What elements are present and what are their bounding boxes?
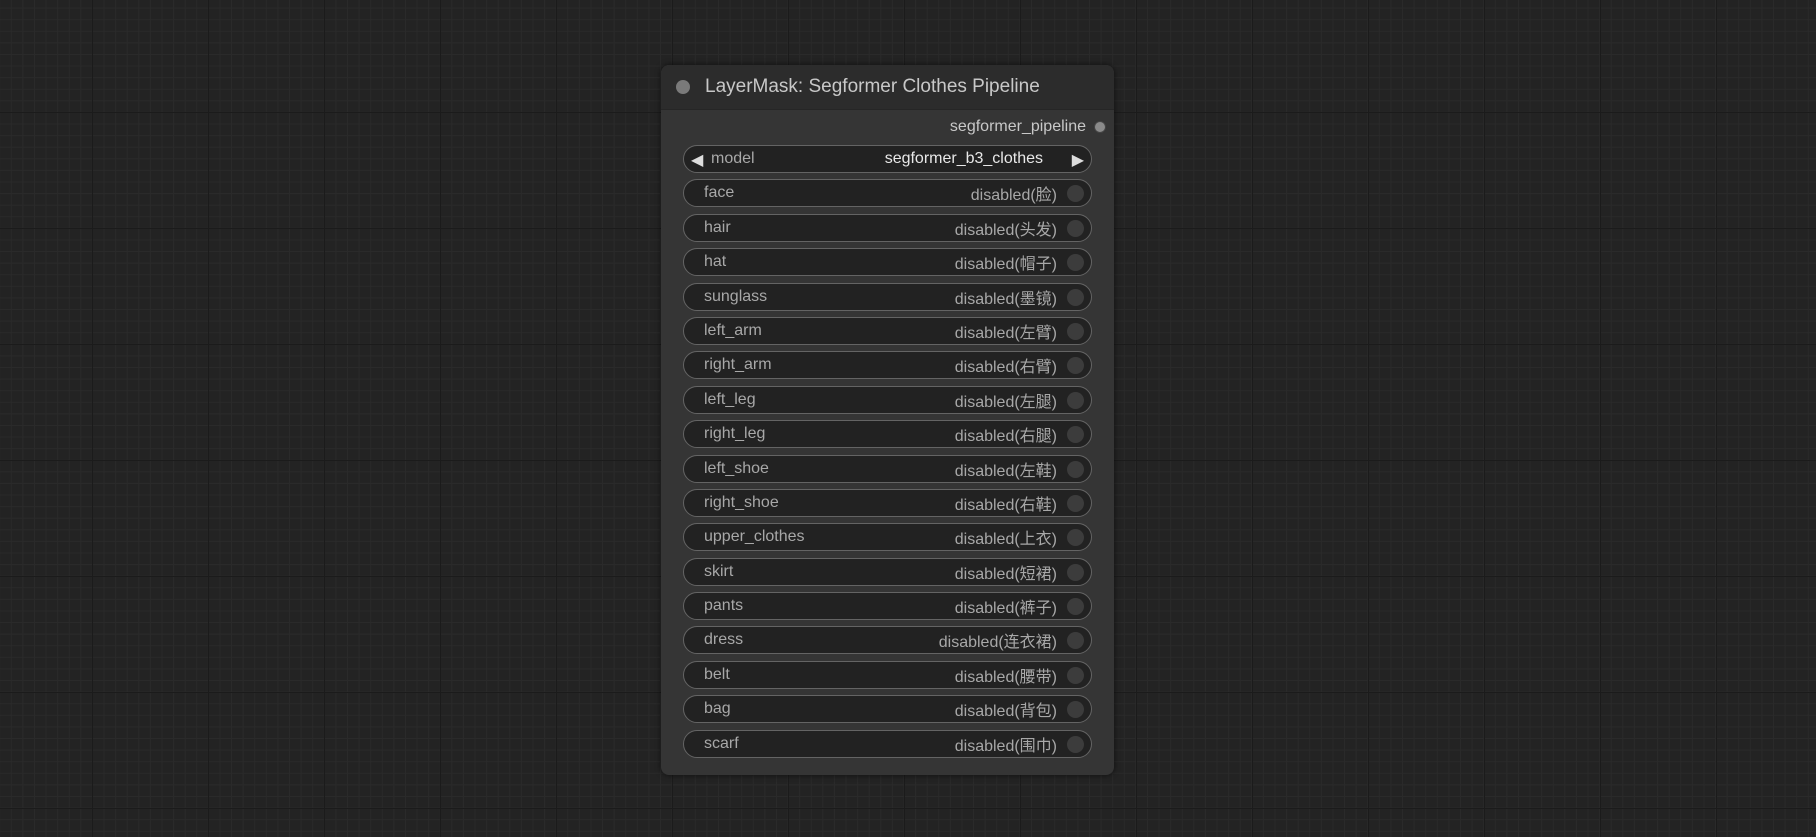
toggle-value: disabled(墨镜) [954, 290, 1057, 308]
toggle-right-arm[interactable]: right_arm disabled(右臂) [683, 351, 1092, 380]
toggle-knob-icon[interactable] [1067, 426, 1084, 444]
node-title: LayerMask: Segformer Clothes Pipeline [705, 76, 1040, 97]
toggle-left-arm[interactable]: left_arm disabled(左臂) [683, 316, 1092, 345]
toggle-hat[interactable]: hat disabled(帽子) [683, 248, 1092, 277]
toggle-pants[interactable]: pants disabled(裤子) [683, 592, 1092, 621]
toggle-knob-icon[interactable] [1067, 563, 1084, 581]
output-slot-dot-icon[interactable] [1094, 121, 1106, 133]
toggle-label: right_arm [704, 356, 772, 374]
toggle-label: bag [704, 700, 731, 718]
toggle-label: left_arm [704, 321, 762, 339]
toggle-knob-icon[interactable] [1067, 666, 1084, 684]
toggle-dress[interactable]: dress disabled(连衣裙) [683, 626, 1092, 655]
node-title-bar[interactable]: LayerMask: Segformer Clothes Pipeline [661, 65, 1114, 110]
node-collapse-dot-icon[interactable] [676, 80, 690, 94]
toggle-value: disabled(短裙) [954, 565, 1057, 583]
toggle-knob-icon[interactable] [1067, 632, 1084, 650]
toggle-value: disabled(左臂) [954, 324, 1057, 342]
toggle-knob-icon[interactable] [1067, 494, 1084, 512]
toggle-knob-icon[interactable] [1067, 735, 1084, 753]
toggle-label: pants [704, 597, 744, 615]
toggle-value: disabled(右腿) [954, 428, 1057, 446]
toggle-right-shoe[interactable]: right_shoe disabled(右鞋) [683, 488, 1092, 517]
toggle-knob-icon[interactable] [1067, 391, 1084, 409]
toggle-knob-icon[interactable] [1067, 322, 1084, 340]
toggle-scarf[interactable]: scarf disabled(围巾) [683, 729, 1092, 758]
model-combo[interactable]: ◀ model segformer_b3_clothes ▶ [683, 145, 1092, 173]
toggle-upper-clothes[interactable]: upper_clothes disabled(上衣) [683, 523, 1092, 552]
toggle-belt[interactable]: belt disabled(腰带) [683, 660, 1092, 689]
toggle-label: scarf [704, 734, 739, 752]
toggle-label: hat [704, 253, 727, 271]
toggle-value: disabled(右鞋) [954, 496, 1057, 514]
toggle-label: hair [704, 218, 731, 236]
toggle-label: right_leg [704, 425, 766, 443]
toggle-value: disabled(连衣裙) [938, 634, 1057, 652]
toggle-knob-icon[interactable] [1067, 219, 1084, 237]
toggle-knob-icon[interactable] [1067, 701, 1084, 719]
toggle-label: face [704, 184, 735, 202]
toggle-knob-icon[interactable] [1067, 460, 1084, 478]
toggle-left-shoe[interactable]: left_shoe disabled(左鞋) [683, 454, 1092, 483]
toggle-value: disabled(脸) [970, 187, 1057, 205]
toggle-value: disabled(左腿) [954, 393, 1057, 411]
toggle-label: belt [704, 665, 730, 683]
segformer-clothes-pipeline-node[interactable]: LayerMask: Segformer Clothes Pipeline se… [661, 65, 1114, 775]
toggle-bag[interactable]: bag disabled(背包) [683, 695, 1092, 724]
output-label: segformer_pipeline [949, 118, 1086, 135]
toggle-value: disabled(裤子) [954, 600, 1057, 618]
output-segformer-pipeline: segformer_pipeline [950, 118, 1106, 136]
toggle-right-leg[interactable]: right_leg disabled(右腿) [683, 420, 1092, 449]
toggle-label: dress [704, 631, 744, 649]
widget-list: ◀ model segformer_b3_clothes ▶ face disab… [683, 145, 1092, 764]
decrement-arrow-icon[interactable]: ◀ [691, 150, 703, 170]
toggle-label: upper_clothes [704, 528, 805, 546]
toggle-hair[interactable]: hair disabled(头发) [683, 213, 1092, 242]
toggle-value: disabled(围巾) [954, 737, 1057, 755]
toggle-skirt[interactable]: skirt disabled(短裙) [683, 557, 1092, 586]
toggle-value: disabled(帽子) [954, 256, 1057, 274]
increment-arrow-icon[interactable]: ▶ [1072, 150, 1084, 170]
toggle-value: disabled(腰带) [954, 668, 1057, 686]
toggle-value: disabled(上衣) [954, 531, 1057, 549]
toggle-value: disabled(右臂) [954, 359, 1057, 377]
toggle-face[interactable]: face disabled(脸) [683, 179, 1092, 208]
toggle-knob-icon[interactable] [1067, 254, 1084, 272]
toggle-value: disabled(背包) [954, 703, 1057, 721]
toggle-label: right_shoe [704, 493, 779, 511]
toggle-knob-icon[interactable] [1067, 185, 1084, 203]
toggle-label: left_shoe [704, 459, 769, 477]
toggle-knob-icon[interactable] [1067, 288, 1084, 306]
toggle-knob-icon[interactable] [1067, 357, 1084, 375]
toggle-label: sunglass [704, 287, 768, 305]
toggle-knob-icon[interactable] [1067, 598, 1084, 616]
toggle-left-leg[interactable]: left_leg disabled(左腿) [683, 385, 1092, 414]
toggle-knob-icon[interactable] [1067, 529, 1084, 547]
toggle-sunglass[interactable]: sunglass disabled(墨镜) [683, 282, 1092, 311]
toggle-label: skirt [704, 562, 734, 580]
toggle-value: disabled(左鞋) [954, 462, 1057, 480]
toggle-label: left_leg [704, 390, 756, 408]
toggle-value: disabled(头发) [954, 221, 1057, 239]
model-value: segformer_b3_clothes [884, 150, 1043, 167]
model-label: model [711, 150, 755, 167]
